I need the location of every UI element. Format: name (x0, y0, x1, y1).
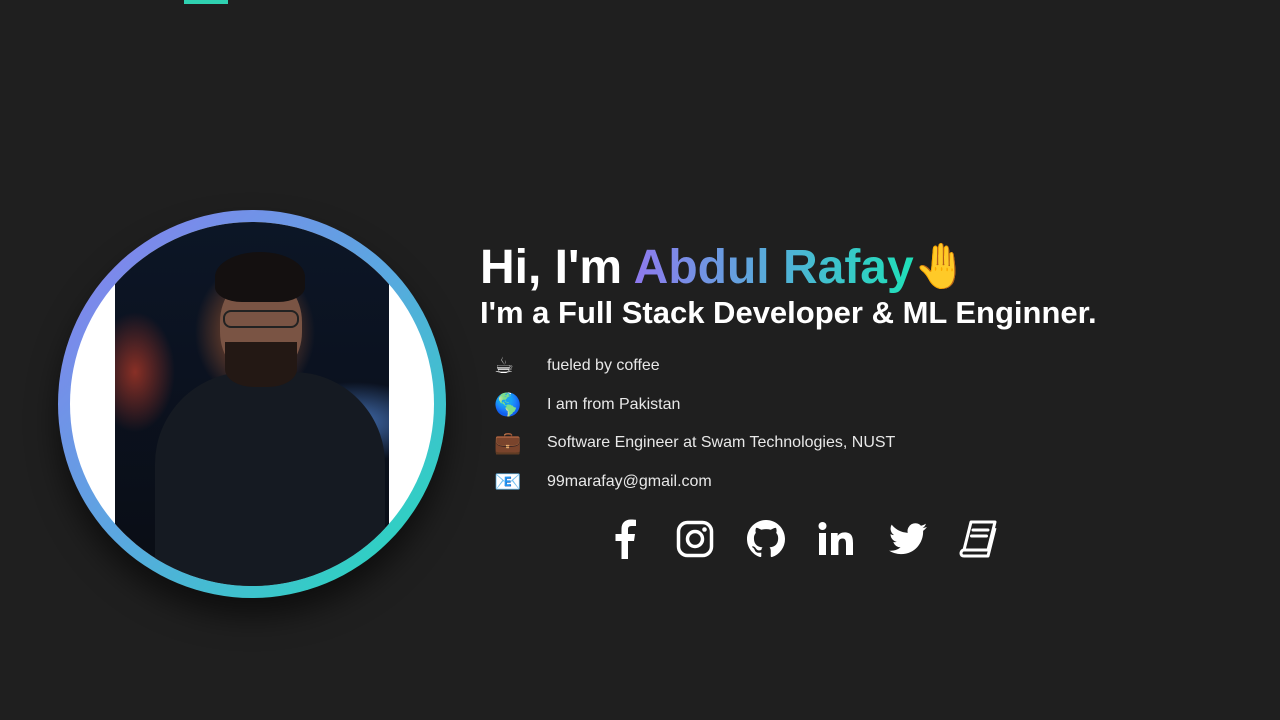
fact-item-job: 💼 Software Engineer at Swam Technologies… (480, 424, 1240, 463)
facebook-link[interactable] (604, 519, 644, 559)
photo-body (155, 372, 385, 586)
role-subtitle: I'm a Full Stack Developer & ML Enginner… (480, 295, 1097, 330)
email-icon: 📧 (494, 468, 522, 494)
twitter-icon (889, 523, 927, 555)
greeting-prefix: Hi, I'm (480, 241, 634, 294)
fact-item-location: 🌎 I am from Pakistan (480, 386, 1240, 425)
twitter-link[interactable] (888, 519, 928, 559)
greeting-heading: Hi, I'm Abdul Rafay🤚 (480, 236, 1240, 299)
instagram-icon (676, 520, 714, 558)
fact-text: fueled by coffee (547, 357, 660, 375)
instagram-link[interactable] (675, 519, 715, 559)
facebook-icon (612, 519, 636, 559)
fact-text: I am from Pakistan (547, 395, 681, 413)
github-icon (747, 520, 785, 558)
photo-beard (225, 342, 297, 387)
linkedin-link[interactable] (817, 519, 857, 559)
coffee-icon: ☕ (494, 353, 514, 379)
profile-avatar (58, 210, 446, 598)
fact-item-email: 📧 99marafay@gmail.com (480, 463, 1240, 502)
book-icon (959, 520, 999, 558)
profile-photo (115, 222, 389, 586)
avatar-frame (70, 222, 434, 586)
top-accent-bar (184, 0, 228, 4)
blog-link[interactable] (959, 519, 999, 559)
social-links (604, 519, 1240, 559)
photo-glasses (223, 310, 299, 328)
wave-hand-icon: 🤚 (913, 242, 969, 291)
linkedin-icon (818, 521, 856, 557)
intro-section: Hi, I'm Abdul Rafay🤚 I'm a Full Stack De… (480, 236, 1240, 559)
globe-icon: 🌎 (494, 391, 522, 417)
photo-hair (215, 252, 305, 302)
briefcase-icon: 💼 (494, 430, 522, 456)
fact-text: Software Engineer at Swam Technologies, … (547, 434, 896, 452)
name-highlight: Abdul Rafay (633, 241, 914, 294)
fact-item-coffee: ☕ fueled by coffee (480, 347, 1240, 386)
fact-text: 99marafay@gmail.com (547, 472, 712, 490)
github-link[interactable] (746, 519, 786, 559)
facts-list: ☕ fueled by coffee 🌎 I am from Pakistan … (480, 347, 1240, 501)
